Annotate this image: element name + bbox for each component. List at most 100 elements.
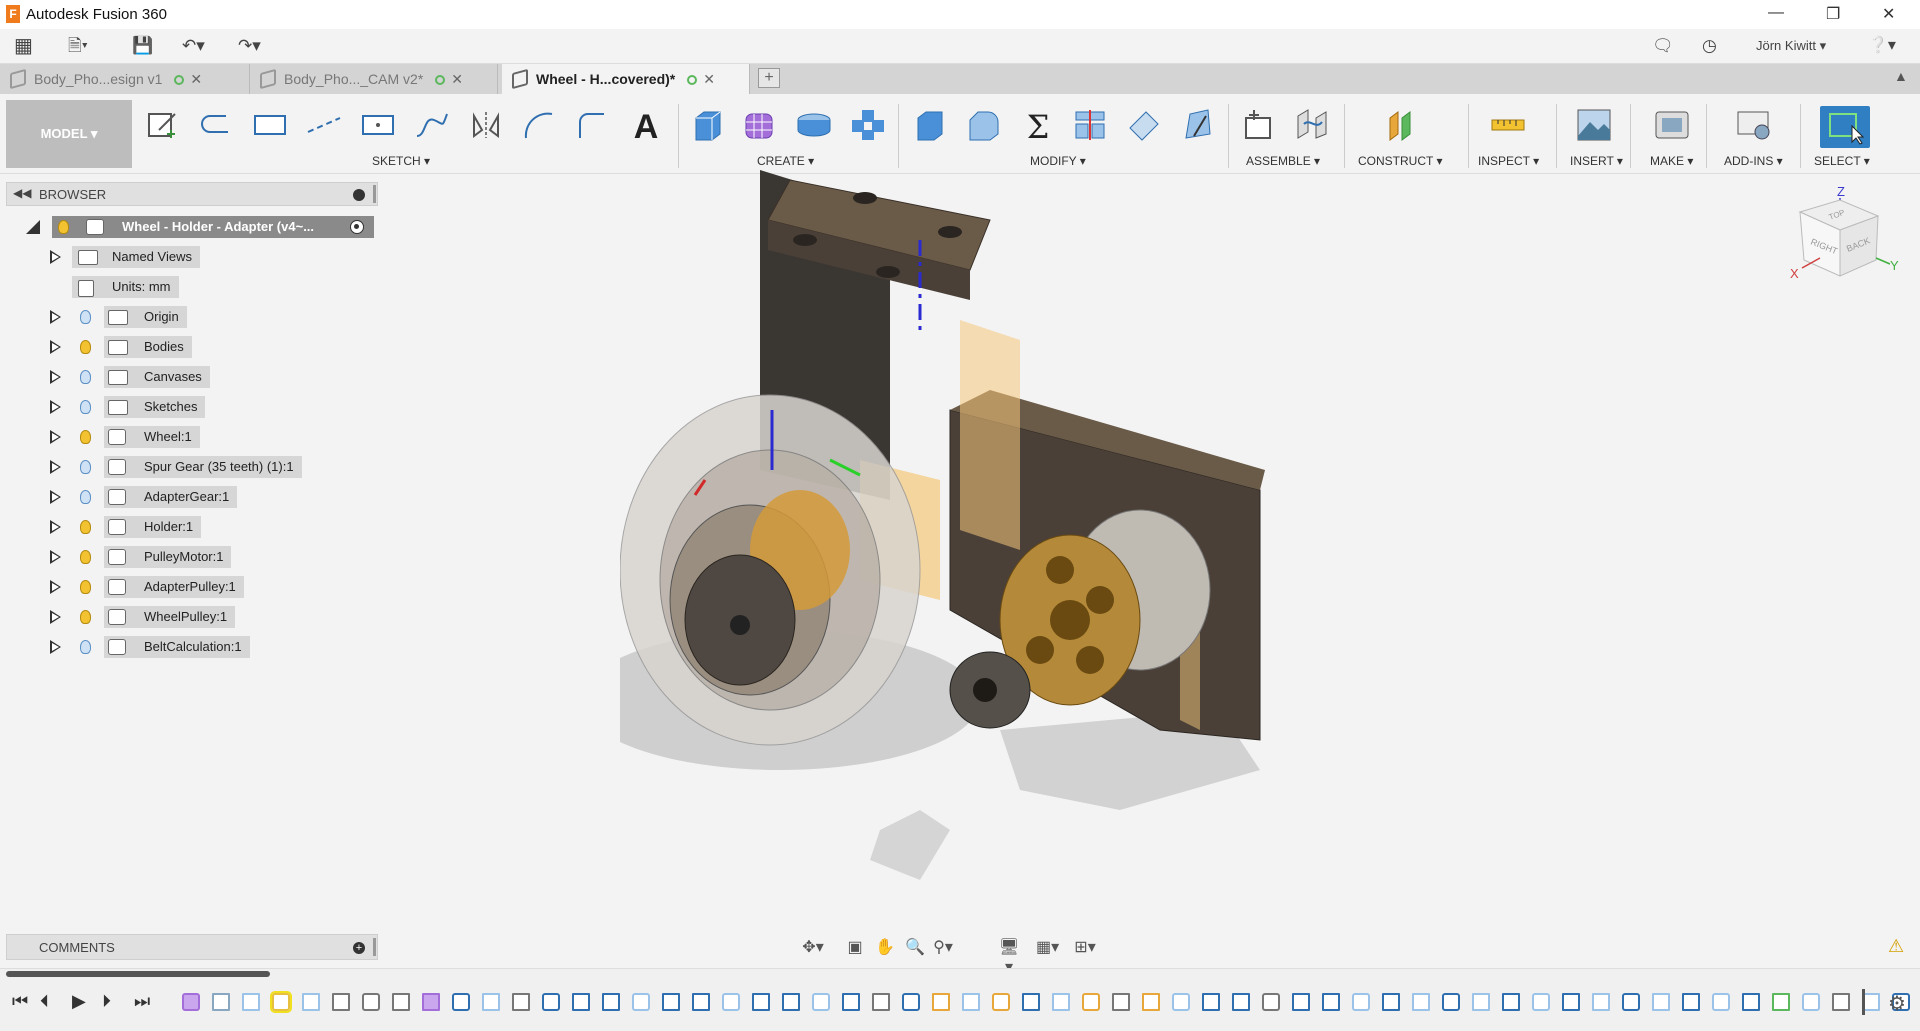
visibility-bulb-icon[interactable] xyxy=(80,520,91,534)
expand-node-icon[interactable] xyxy=(50,490,61,504)
browser-node[interactable]: Origin xyxy=(46,306,366,328)
browser-node[interactable]: Wheel:1 xyxy=(46,426,366,448)
browser-minimize-icon[interactable] xyxy=(353,189,365,201)
timeline-settings-gear-icon[interactable]: ⚙ xyxy=(1888,991,1906,1016)
insert-menu[interactable]: INSERT ▾ xyxy=(1570,154,1623,168)
timeline-feature-icon[interactable] xyxy=(752,993,770,1011)
arc-icon[interactable] xyxy=(522,108,558,142)
step-forward-icon[interactable]: ⏵ xyxy=(102,991,111,1012)
expand-node-icon[interactable] xyxy=(50,370,61,384)
construct-menu[interactable]: CONSTRUCT ▾ xyxy=(1358,154,1442,168)
browser-node[interactable]: AdapterGear:1 xyxy=(46,486,366,508)
create-menu[interactable]: CREATE ▾ xyxy=(757,154,814,168)
timeline-feature-icon[interactable] xyxy=(512,993,530,1011)
help-icon[interactable]: ❔▾ xyxy=(1868,35,1896,57)
timeline-feature-icon[interactable] xyxy=(1502,993,1520,1011)
tab-body-photo-design[interactable]: Body_Pho...esign v1 ✕ xyxy=(0,64,250,94)
offset-plane-icon[interactable] xyxy=(1384,108,1420,142)
timeline-feature-icon[interactable] xyxy=(270,991,292,1013)
viewports-icon[interactable]: ⊞▾ xyxy=(1074,938,1096,958)
timeline-feature-icon[interactable] xyxy=(542,993,560,1011)
browser-resize-handle[interactable] xyxy=(373,185,376,203)
timeline-feature-icon[interactable] xyxy=(392,993,410,1011)
timeline-feature-icon[interactable] xyxy=(1112,993,1130,1011)
timeline-marker[interactable] xyxy=(1862,989,1865,1015)
view-cube[interactable]: Z TOP RIGHT BACK X Y xyxy=(1790,180,1900,300)
timeline-feature-icon[interactable] xyxy=(1592,993,1610,1011)
timeline-feature-icon[interactable] xyxy=(1742,993,1760,1011)
timeline-feature-icon[interactable] xyxy=(722,993,740,1011)
timeline-feature-icon[interactable] xyxy=(992,993,1010,1011)
timeline-feature-icon[interactable] xyxy=(1652,993,1670,1011)
collapse-ribbon-icon[interactable]: ▲ xyxy=(1894,68,1908,84)
look-at-icon[interactable]: ▣ xyxy=(844,938,866,958)
browser-node[interactable]: AdapterPulley:1 xyxy=(46,576,366,598)
inspect-menu[interactable]: INSPECT ▾ xyxy=(1478,154,1539,168)
press-pull-icon[interactable] xyxy=(912,108,948,142)
timeline-feature-icon[interactable] xyxy=(632,993,650,1011)
close-tab-icon[interactable]: ✕ xyxy=(190,71,202,87)
text-icon[interactable]: A xyxy=(628,108,664,146)
save-icon[interactable]: 💾 xyxy=(132,35,153,57)
visibility-bulb-icon[interactable] xyxy=(80,370,91,384)
model-viewport[interactable] xyxy=(620,170,1280,890)
timeline-feature-icon[interactable] xyxy=(1442,993,1460,1011)
timeline-feature-icon[interactable] xyxy=(1082,993,1100,1011)
construction-line-icon[interactable] xyxy=(306,108,342,142)
expand-node-icon[interactable] xyxy=(50,640,61,654)
mirror-icon[interactable] xyxy=(468,108,504,142)
browser-node[interactable]: Canvases xyxy=(46,366,366,388)
timeline-feature-icon[interactable] xyxy=(1412,993,1430,1011)
timeline-feature-icon[interactable] xyxy=(1022,993,1040,1011)
timeline-feature-icon[interactable] xyxy=(1172,993,1190,1011)
browser-node[interactable]: BeltCalculation:1 xyxy=(46,636,366,658)
timeline-feature-icon[interactable] xyxy=(1712,993,1730,1011)
visibility-bulb-icon[interactable] xyxy=(80,640,91,654)
comments-panel-header[interactable]: COMMENTS + xyxy=(6,934,378,960)
addins-menu[interactable]: ADD-INS ▾ xyxy=(1724,154,1783,168)
line-icon[interactable] xyxy=(198,108,234,142)
add-comment-icon[interactable]: + xyxy=(353,942,365,954)
timeline-feature-icon[interactable] xyxy=(1532,993,1550,1011)
insert-image-icon[interactable] xyxy=(1576,108,1612,142)
form-icon[interactable] xyxy=(742,108,778,142)
fillet-icon[interactable] xyxy=(966,108,1002,142)
orbit-icon[interactable]: ✥▾ xyxy=(802,938,824,958)
timeline-feature-icon[interactable] xyxy=(812,993,830,1011)
rectangle-icon[interactable] xyxy=(252,108,288,142)
timeline-feature-icon[interactable] xyxy=(662,993,680,1011)
close-tab-icon[interactable]: ✕ xyxy=(451,71,463,87)
visibility-bulb-icon[interactable] xyxy=(80,340,91,354)
new-component-icon[interactable] xyxy=(1240,108,1276,142)
timeline-feature-icon[interactable] xyxy=(1262,993,1280,1011)
browser-node[interactable]: Named Views xyxy=(46,246,366,268)
timeline-feature-icon[interactable] xyxy=(1832,993,1850,1011)
measure-icon[interactable] xyxy=(1490,108,1526,142)
timeline-feature-icon[interactable] xyxy=(782,993,800,1011)
go-to-start-icon[interactable]: ⏮ xyxy=(12,991,28,1012)
step-back-icon[interactable]: ⏴ xyxy=(40,991,49,1012)
timeline-feature-icon[interactable] xyxy=(572,993,590,1011)
timeline-feature-icon[interactable] xyxy=(1322,993,1340,1011)
timeline-feature-icon[interactable] xyxy=(1052,993,1070,1011)
timeline-feature-icon[interactable] xyxy=(1802,993,1820,1011)
sketch-menu[interactable]: SKETCH ▾ xyxy=(372,154,430,168)
browser-node[interactable]: Sketches xyxy=(46,396,366,418)
minimize-button[interactable]: — xyxy=(1768,4,1784,22)
expand-node-icon[interactable] xyxy=(50,520,61,534)
timeline-feature-icon[interactable] xyxy=(212,993,230,1011)
spline-icon[interactable] xyxy=(414,108,450,142)
visibility-bulb-icon[interactable] xyxy=(80,430,91,444)
collapse-browser-icon[interactable]: ◀◀ xyxy=(13,186,31,200)
timeline-scrollbar[interactable] xyxy=(6,971,270,977)
user-account-menu[interactable]: Jörn Kiwitt ▾ xyxy=(1756,35,1826,57)
tab-wheel-holder[interactable]: Wheel - H...covered)* ✕ xyxy=(502,64,750,94)
modify-menu[interactable]: MODIFY ▾ xyxy=(1030,154,1086,168)
timeline-feature-icon[interactable] xyxy=(1352,993,1370,1011)
visibility-bulb-icon[interactable] xyxy=(80,580,91,594)
visibility-bulb-icon[interactable] xyxy=(80,550,91,564)
timeline-feature-icon[interactable] xyxy=(452,993,470,1011)
expand-node-icon[interactable] xyxy=(50,340,61,354)
expand-node-icon[interactable] xyxy=(50,400,61,414)
timeline-feature-icon[interactable] xyxy=(1562,993,1580,1011)
